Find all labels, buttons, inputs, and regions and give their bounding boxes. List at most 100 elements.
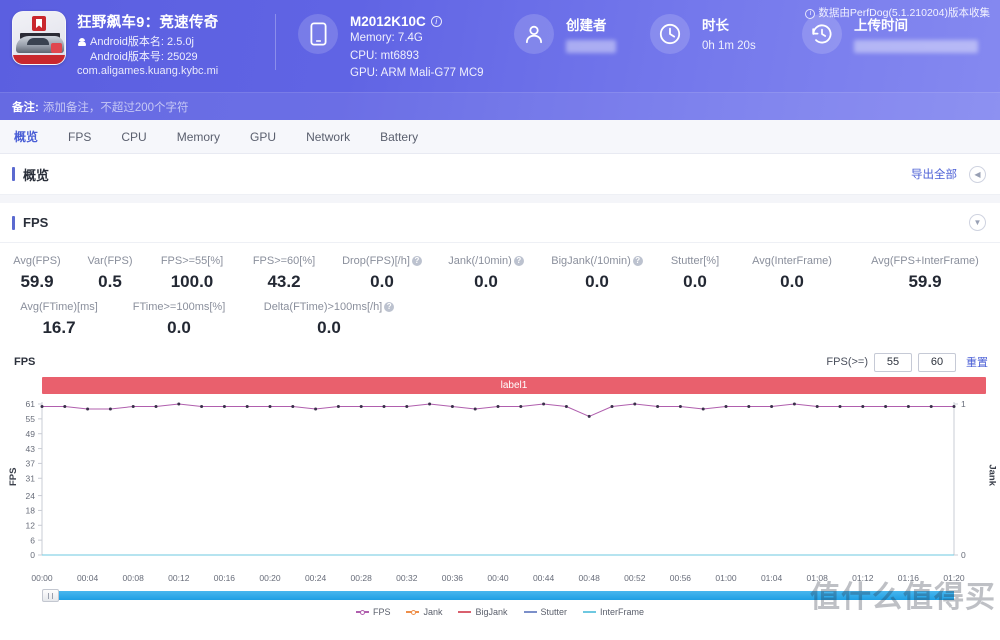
legend-label: Stutter	[540, 607, 568, 617]
android-icon	[78, 38, 86, 46]
user-icon	[514, 14, 554, 54]
svg-text:61: 61	[26, 399, 36, 409]
app-name: 狂野飙车9：竞速传奇	[77, 15, 219, 31]
metric-value: 100.0	[170, 272, 214, 291]
upload-time-value-masked	[854, 40, 978, 53]
fps-panel: FPS ▼ Avg(FPS) 59.9 Var(FPS) 0.5 FPS>=55…	[0, 203, 1000, 620]
legend-swatch	[523, 611, 537, 613]
note-placeholder[interactable]: 添加备注，不超过200个字符	[43, 99, 189, 115]
fps-threshold-input-2[interactable]	[918, 352, 956, 372]
svg-text:37: 37	[26, 459, 36, 469]
chevron-left-icon[interactable]: ◀	[969, 165, 986, 183]
x-axis-tick: 01:00	[715, 573, 737, 583]
report-header: i 数据由PerfDog(5.1.210204)版本收集 狂野飙车9：竞速传奇 A…	[0, 0, 1000, 120]
fps-metrics: Avg(FPS) 59.9 Var(FPS) 0.5 FPS>=55[%] 10…	[0, 243, 1000, 349]
metric-value: 0.0	[370, 272, 394, 291]
legend-swatch	[583, 611, 597, 613]
x-axis-tick: 00:36	[441, 573, 464, 583]
tab-cpu[interactable]: CPU	[119, 126, 148, 148]
svg-text:0: 0	[961, 550, 966, 560]
x-axis-tick: 00:08	[122, 573, 144, 583]
device-info-block: M2012K10C i Memory: 7.4G CPU: mt6893 GPU…	[276, 0, 502, 82]
metric-label: Stutter[%]	[670, 255, 720, 267]
legend-item[interactable]: BigJank	[458, 607, 508, 617]
x-axis-tick: 00:28	[350, 573, 372, 583]
app-icon-bottom-bar	[13, 55, 65, 64]
tab-overview[interactable]: 概览	[12, 124, 40, 149]
creator-label: 创建者	[566, 18, 607, 33]
help-icon[interactable]: ?	[513, 256, 524, 266]
chart-legend: FPS Jank BigJank Stutter InterFrame	[0, 604, 1000, 620]
metric-jank: Jank(/10min)? 0.0	[434, 253, 538, 295]
x-axis-tick: 00:48	[578, 573, 600, 583]
tab-gpu[interactable]: GPU	[248, 126, 278, 148]
tab-memory[interactable]: Memory	[175, 126, 222, 148]
clock-icon	[650, 14, 690, 54]
export-all-button[interactable]: 导出全部	[911, 166, 957, 182]
svg-text:6: 6	[30, 535, 35, 545]
help-icon[interactable]: ?	[384, 302, 395, 312]
device-model: M2012K10C	[350, 14, 426, 29]
svg-text:31: 31	[26, 473, 36, 483]
legend-item[interactable]: InterFrame	[583, 607, 644, 617]
device-cpu: CPU: mt6893	[350, 49, 420, 62]
svg-text:43: 43	[26, 444, 36, 454]
perfdog-version-note: i 数据由PerfDog(5.1.210204)版本收集	[805, 5, 990, 20]
metric-label: FPS>=55[%]	[160, 255, 224, 267]
metric-bigjank: BigJank(/10min)? 0.0	[538, 253, 656, 295]
help-icon[interactable]: ?	[632, 256, 643, 266]
tab-battery[interactable]: Battery	[378, 126, 420, 148]
x-axis-tick: 00:20	[259, 573, 281, 583]
legend-label: InterFrame	[600, 607, 645, 617]
metric-value: 59.9	[20, 272, 54, 291]
x-axis-tick: 01:16	[897, 573, 920, 583]
x-axis-tick: 01:08	[806, 573, 828, 583]
panel-separator	[0, 195, 1000, 203]
legend-label: Jank	[423, 607, 443, 617]
metric-label: Var(FPS)	[87, 255, 133, 267]
fps-section-title: FPS	[12, 215, 48, 230]
metric-avg-ftime: Avg(FTime)[ms] 16.7	[0, 299, 118, 341]
metric-value: 0.0	[317, 318, 341, 337]
chevron-down-icon[interactable]: ▼	[969, 214, 986, 231]
x-axis: 00:00 00:04 00:08 00:12 00:16 00:20 00:24 00:28…	[31, 573, 964, 587]
metric-value: 0.0	[474, 272, 498, 291]
device-gpu: GPU: ARM Mali-G77 MC9	[350, 67, 484, 79]
metric-fps-ge-60: FPS>=60[%] 43.2	[238, 253, 330, 295]
svg-text:24: 24	[26, 491, 36, 501]
reset-button[interactable]: 重置	[966, 354, 988, 370]
chart-plot-area[interactable]: FPS Jank 0 6 12 18 24 31 37 43 49 55 61 0 1	[0, 398, 1000, 573]
legend-item[interactable]: FPS	[355, 607, 390, 617]
note-row[interactable]: 备注: 添加备注，不超过200个字符	[0, 92, 1000, 120]
fps-metrics-row-1: Avg(FPS) 59.9 Var(FPS) 0.5 FPS>=55[%] 10…	[0, 253, 1000, 295]
app-icon-badge	[32, 16, 46, 31]
duration-label: 时长	[702, 18, 729, 33]
scene-label-band[interactable]: label1	[42, 377, 986, 394]
help-icon[interactable]: ?	[411, 256, 422, 266]
chart-range-scrollbar[interactable]	[42, 589, 954, 602]
tab-fps[interactable]: FPS	[66, 126, 93, 148]
scrollbar-handle[interactable]	[42, 589, 59, 602]
legend-item[interactable]: Jank	[406, 607, 442, 617]
x-axis-tick: 00:16	[213, 573, 236, 583]
android-version-name-row: Android版本名: 2.5.0j	[77, 35, 219, 50]
duration-block: 时长 0h 1m 20s	[646, 0, 796, 55]
tab-network[interactable]: Network	[304, 126, 352, 148]
metric-value: 16.7	[42, 318, 76, 337]
scrollbar-fill[interactable]	[59, 591, 954, 600]
android-version-name: Android版本名: 2.5.0j	[90, 36, 194, 48]
x-axis-tick: 00:32	[396, 573, 418, 583]
metric-delta-ftime: Delta(FTime)>100ms[/h]? 0.0	[240, 299, 418, 341]
metric-fps-ge-55: FPS>=55[%] 100.0	[146, 253, 238, 295]
legend-item[interactable]: Stutter	[523, 607, 568, 617]
fps-panel-header: FPS ▼	[0, 203, 1000, 243]
info-icon[interactable]: i	[430, 16, 442, 27]
x-axis-tick: 00:12	[168, 573, 190, 583]
metric-stutter: Stutter[%] 0.0	[656, 253, 734, 295]
x-axis-tick: 00:04	[76, 573, 99, 583]
device-model-row: M2012K10C i	[350, 14, 484, 29]
fps-threshold-input-1[interactable]	[874, 352, 912, 372]
legend-marker-dot	[360, 609, 366, 615]
fps-threshold-label: FPS(>=)	[826, 356, 868, 368]
metric-label: Avg(InterFrame)	[752, 255, 832, 267]
